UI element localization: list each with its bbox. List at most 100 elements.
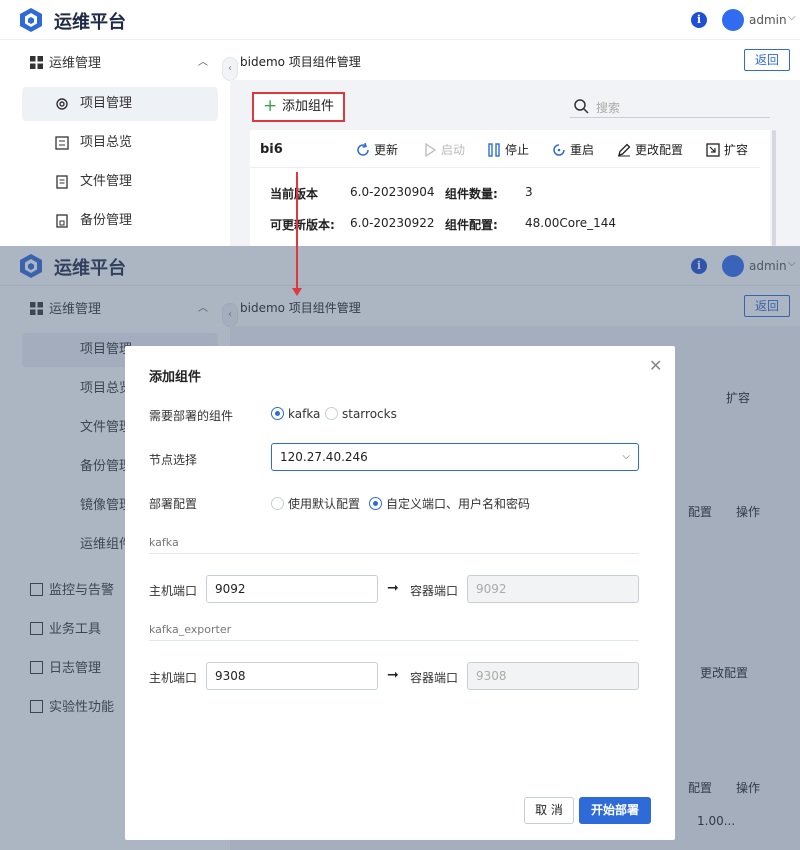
updatable-version-value: 6.0-20230922 [350, 216, 435, 230]
pause-icon [488, 143, 500, 157]
component-card: bi6 更新 启动 停止 重启 更改配置 扩容 当前版本 6.0-2023090… [250, 130, 770, 246]
container-port-label: 容器端口 [410, 671, 459, 685]
section-kafka-exporter: kafka_exporter [149, 623, 639, 641]
expand-label: 扩容 [724, 143, 749, 157]
breadcrumb: bidemo 项目组件管理 [240, 55, 361, 69]
component-config-label: 组件配置: [445, 218, 498, 232]
expand-button[interactable]: 扩容 [706, 141, 748, 158]
chevron-down-icon[interactable]: ⌵ [788, 12, 796, 23]
radio-label: 自定义端口、用户名和密码 [386, 497, 531, 511]
sidebar-group-ops[interactable]: 运维管理 [30, 52, 101, 71]
radio-default-config[interactable]: 使用默认配置 [271, 495, 360, 512]
arrow-right-icon: ➞ [387, 580, 399, 596]
host-port-label: 主机端口 [149, 584, 198, 598]
search-input[interactable]: 搜索 [570, 96, 770, 118]
annotation-arrow-head [292, 288, 302, 296]
component-config-value: 48.00Core_144.0( [525, 216, 617, 230]
start-button[interactable]: 启动 [423, 141, 465, 158]
radio-starrocks[interactable]: starrocks [325, 407, 397, 421]
host-port-label: 主机端口 [149, 671, 198, 685]
overview-icon [55, 136, 69, 150]
host-port-input[interactable]: 9308 [206, 662, 378, 690]
updatable-version-label: 可更新版本: [270, 218, 335, 232]
chevron-down-icon: ⌵ [622, 451, 630, 462]
change-config-label: 更改配置 [635, 143, 684, 157]
sidebar-item-project-mgmt[interactable]: 项目管理 [22, 87, 218, 121]
top-header: 运维平台 i admin ⌵ [0, 0, 800, 40]
radio-custom-config[interactable]: 自定义端口、用户名和密码 [369, 495, 530, 512]
container-port-label: 容器端口 [410, 584, 459, 598]
radio-dot [271, 497, 284, 510]
start-label: 启动 [441, 143, 466, 157]
stop-label: 停止 [505, 143, 530, 157]
component-count-value: 3 [525, 185, 533, 199]
node-label: 节点选择 [149, 453, 198, 467]
restart-icon [553, 144, 565, 156]
stop-button[interactable]: 停止 [487, 141, 529, 158]
radio-label: starrocks [342, 407, 397, 421]
sidebar-item-backup[interactable]: 备份管理 [22, 204, 218, 238]
add-component-button[interactable]: + 添加组件 [252, 92, 345, 122]
user-name[interactable]: admin [749, 13, 787, 27]
restart-label: 重启 [570, 143, 595, 157]
grid-icon [30, 56, 43, 69]
scrollbar[interactable] [772, 130, 776, 246]
container-port-input: 9308 [467, 662, 639, 690]
sidebar-item-label: 项目总览 [80, 135, 133, 150]
node-select[interactable]: 120.27.40.246 ⌵ [271, 443, 639, 471]
update-button[interactable]: 更新 [356, 141, 398, 158]
radio-dot [369, 497, 382, 510]
sidebar-group-label: 运维管理 [49, 56, 102, 71]
section-kafka: kafka [149, 536, 639, 554]
sidebar-item-label: 文件管理 [80, 174, 133, 189]
current-version-value: 6.0-20230904 [350, 185, 435, 199]
card-divider [250, 167, 760, 168]
chevron-up-icon[interactable]: ︿ [198, 53, 208, 68]
current-version-label: 当前版本 [270, 187, 319, 201]
sidebar: 运维管理 ︿ 项目管理 项目总览 文件管理 备份管理 [0, 41, 230, 246]
expand-icon [706, 143, 720, 157]
start-deploy-button[interactable]: 开始部署 [579, 797, 651, 824]
update-label: 更新 [374, 143, 399, 157]
radio-dot [325, 407, 338, 420]
restart-button[interactable]: 重启 [552, 141, 594, 158]
logo-icon [20, 8, 42, 32]
component-count-label: 组件数量: [445, 187, 498, 201]
back-button[interactable]: 返回 [744, 49, 790, 71]
add-component-dialog: 添加组件 ✕ 需要部署的组件 kafka starrocks 节点选择 120.… [125, 346, 675, 840]
cancel-button[interactable]: 取 消 [524, 797, 574, 824]
search-icon [574, 99, 589, 114]
sidebar-item-label: 备份管理 [80, 213, 133, 228]
file-icon [56, 175, 68, 189]
dialog-title: 添加组件 [149, 370, 202, 385]
change-config-button[interactable]: 更改配置 [617, 141, 683, 158]
avatar[interactable] [722, 9, 744, 31]
sidebar-item-overview[interactable]: 项目总览 [22, 126, 218, 160]
deploy-config-label: 部署配置 [149, 497, 198, 511]
info-icon[interactable]: i [691, 12, 707, 28]
radio-kafka[interactable]: kafka [271, 407, 320, 421]
search-placeholder: 搜索 [596, 101, 621, 115]
plus-icon: + [263, 96, 278, 116]
component-name: bi6 [260, 142, 283, 157]
refresh-icon [357, 143, 369, 156]
play-icon [425, 143, 437, 157]
radio-label: 使用默认配置 [288, 497, 361, 511]
host-port-input[interactable]: 9092 [206, 575, 378, 603]
container-port-input: 9092 [467, 575, 639, 603]
radio-dot [271, 407, 284, 420]
annotation-arrow-line [296, 172, 298, 290]
edit-icon [618, 143, 631, 157]
arrow-right-icon: ➞ [387, 667, 399, 683]
radio-label: kafka [288, 407, 321, 421]
component-label: 需要部署的组件 [149, 409, 234, 423]
gear-icon [56, 98, 68, 110]
backup-icon [56, 214, 68, 228]
node-select-value: 120.27.40.246 [280, 450, 368, 464]
close-icon[interactable]: ✕ [649, 356, 662, 375]
collapse-toggle[interactable]: ‹ [222, 57, 238, 81]
add-component-label: 添加组件 [282, 99, 335, 114]
sidebar-item-files[interactable]: 文件管理 [22, 165, 218, 199]
app-title: 运维平台 [54, 12, 126, 33]
sidebar-item-label: 项目管理 [80, 96, 133, 111]
